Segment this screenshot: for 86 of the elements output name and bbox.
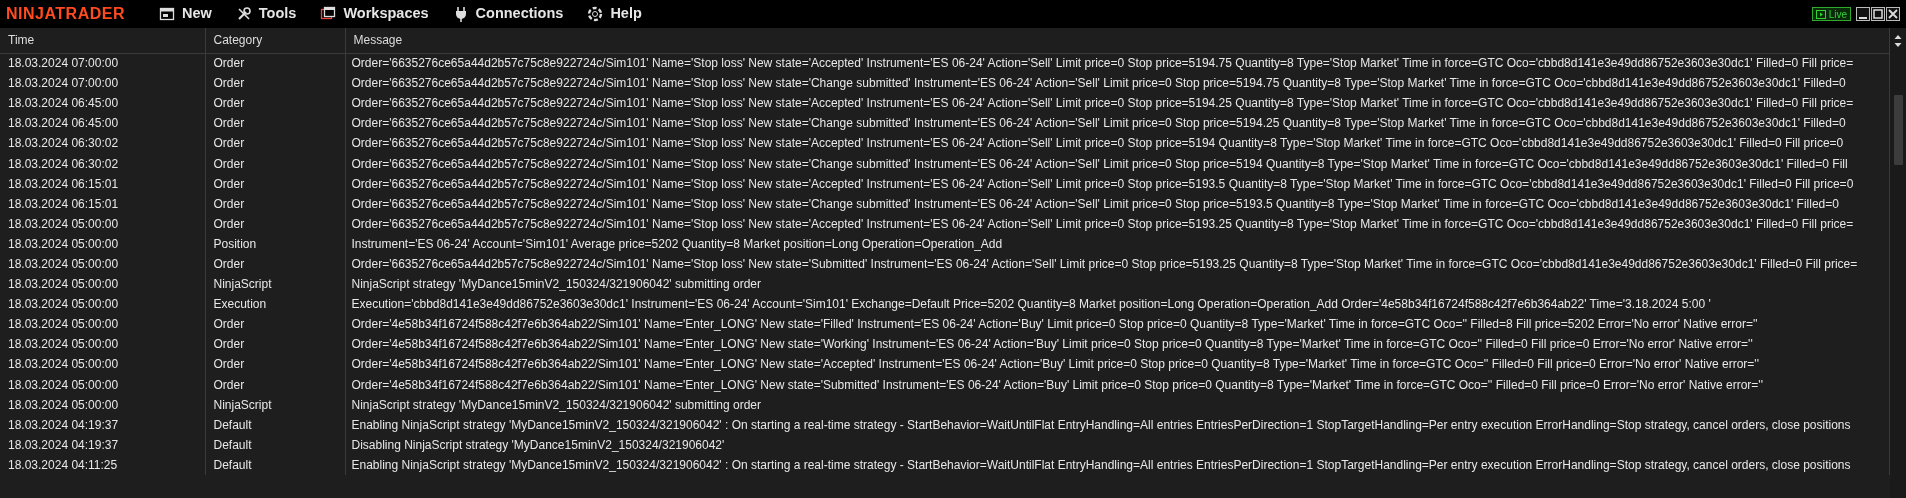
live-badge[interactable]: Live [1811, 7, 1851, 21]
table-cell: Order [205, 173, 345, 194]
help-ring-icon [587, 6, 604, 22]
table-cell: NinjaScript strategy 'MyDance15minV2_150324/321906042' submitting order [345, 394, 1890, 415]
table-cell: Enabling NinjaScript strategy 'MyDance15minV2_150324/321906042' : On starting a real-time strategy - StartBehavior=WaitUntilFlat EntryHandling=All entries EntriesPerDirection=1 StopTargetHandling=Per entry execution ErrorHandling=Stop strategy, cancel orders, close positions [345, 414, 1890, 435]
table-cell: NinjaScript [205, 394, 345, 415]
menu-item[interactable]: Help [575, 2, 654, 26]
table-cell: 18.03.2024 04:19:37 [0, 414, 205, 435]
table-cell: Order [205, 314, 345, 335]
table-cell: Order [205, 93, 345, 114]
table-cell: Order='6635276ce65a44d2b57c75c8e922724c/Sim101' Name='Stop loss' New state='Accepted' Instrument='ES 06-24' Action='Sell' Limit price=0 Stop price=5193.25 Quantity=8 Type='Stop Market' Time in force=GTC Oco='cbbd8d141e3e49dd86752e3603e30dc1' Filled=0 Fill price= [345, 213, 1890, 234]
table-cell: Order='6635276ce65a44d2b57c75c8e922724c/Sim101' Name='Stop loss' New state='Change submitted' Instrument='ES 06-24' Action='Sell' Limit price=0 Stop price=5194.75 Quantity=8 Type='Stop Market' Time in force=GTC Oco='cbbd8d141e3e49dd86752e3603e30dc1' Filled=0 [345, 73, 1890, 94]
menu-item[interactable]: Connections [440, 2, 576, 26]
window-icon [320, 6, 337, 22]
maximize-icon [1872, 8, 1884, 20]
table-cell: Order [205, 334, 345, 355]
table-cell: Instrument='ES 06-24' Account='Sim101' Average price=5202 Quantity=8 Market position=Long Operation=Operation_Add [345, 233, 1890, 254]
close-button[interactable] [1886, 7, 1900, 21]
menu-item[interactable]: Workspaces [308, 2, 441, 26]
table-cell: Order='6635276ce65a44d2b57c75c8e922724c/Sim101' Name='Stop loss' New state='Change submitted' Instrument='ES 06-24' Action='Sell' Limit price=0 Stop price=5194 Quantity=8 Type='Stop Market' Time in force=GTC Oco='cbbd8d141e3e49dd86752e3603e30dc1' Filled=0 Fill [345, 153, 1890, 174]
app-logo: NINJATRADER [6, 6, 125, 22]
table-cell: Order='4e58b34f16724f588c42f7e6b364ab22/Sim101' Name='Enter_LONG' New state='Submitted' Instrument='ES 06-24' Action='Buy' Limit price=0 Stop price=0 Quantity=8 Type='Market' Time in force=GTC Oco='' Filled=0 Fill price=0 Error='No error' Native error='' [345, 374, 1890, 395]
table-cell: Position [205, 233, 345, 254]
table-cell: 18.03.2024 06:30:02 [0, 153, 205, 174]
column-header[interactable]: Message [345, 28, 1890, 53]
table-cell: Order='6635276ce65a44d2b57c75c8e922724c/Sim101' Name='Stop loss' New state='Accepted' Instrument='ES 06-24' Action='Sell' Limit price=0 Stop price=5194 Quantity=8 Type='Stop Market' Time in force=GTC Oco='cbbd8d141e3e49dd86752e3603e30dc1' Filled=0 Fill price=0 [345, 133, 1890, 154]
table-cell: 18.03.2024 06:45:00 [0, 93, 205, 114]
table-cell: 18.03.2024 05:00:00 [0, 334, 205, 355]
table-cell: 18.03.2024 07:00:00 [0, 53, 205, 74]
column-header[interactable]: Time [0, 28, 205, 53]
sort-arrows-icon[interactable] [1894, 34, 1902, 48]
table-cell: 18.03.2024 06:45:00 [0, 113, 205, 134]
table-cell: Order [205, 193, 345, 214]
play-icon [1815, 9, 1826, 19]
table-cell: 18.03.2024 04:19:37 [0, 434, 205, 455]
table-cell: Order='6635276ce65a44d2b57c75c8e922724c/Sim101' Name='Stop loss' New state='Change submitted' Instrument='ES 06-24' Action='Sell' Limit price=0 Stop price=5193.5 Quantity=8 Type='Stop Market' Time in force=GTC Oco='cbbd8d141e3e49dd86752e3603e30dc1' Filled=0 [345, 193, 1890, 214]
table-cell: NinjaScript strategy 'MyDance15minV2_150324/321906042' submitting order [345, 274, 1890, 295]
table-cell: Execution='cbbd8d141e3e49dd86752e3603e30dc1' Instrument='ES 06-24' Account='Sim101' Exchange=Default Price=5202 Quantity=8 Market position=Long Operation=Operation_Add Order='4e58b34f16724f588c42f7e6b364ab22' Time='3.18.2024 5:00 ' [345, 294, 1890, 315]
table-cell: Order [205, 153, 345, 174]
table-cell: 18.03.2024 05:00:00 [0, 253, 205, 275]
table-cell: Order='4e58b34f16724f588c42f7e6b364ab22/Sim101' Name='Enter_LONG' New state='Working' Instrument='ES 06-24' Action='Buy' Limit price=0 Stop price=0 Quantity=8 Type='Market' Time in force=GTC Oco='' Filled=0 Fill price=0 Error='No error' Native error='' [345, 334, 1890, 355]
table-cell: Order [205, 354, 345, 375]
close-icon [1887, 8, 1899, 20]
table-cell: Order [205, 213, 345, 234]
table-cell: Order='6635276ce65a44d2b57c75c8e922724c/Sim101' Name='Stop loss' New state='Change submitted' Instrument='ES 06-24' Action='Sell' Limit price=0 Stop price=5194.25 Quantity=8 Type='Stop Market' Time in force=GTC Oco='cbbd8d141e3e49dd86752e3603e30dc1' Filled=0 [345, 113, 1890, 134]
table-cell: 18.03.2024 05:00:00 [0, 394, 205, 415]
table-cell: Disabling NinjaScript strategy 'MyDance15minV2_150324/321906042' [345, 434, 1890, 455]
table-cell: 18.03.2024 05:00:00 [0, 354, 205, 375]
table-cell: 18.03.2024 07:00:00 [0, 73, 205, 94]
menu-item[interactable]: New [147, 2, 224, 26]
table-cell: Enabling NinjaScript strategy 'MyDance15minV2_150324/321906042' : On starting a real-time strategy - StartBehavior=WaitUntilFlat EntryHandling=All entries EntriesPerDirection=1 StopTargetHandling=Per entry execution ErrorHandling=Stop strategy, cancel orders, close positions [345, 454, 1890, 475]
table-cell: Order='6635276ce65a44d2b57c75c8e922724c/Sim101' Name='Stop loss' New state='Accepted' Instrument='ES 06-24' Action='Sell' Limit price=0 Stop price=5193.5 Quantity=8 Type='Stop Market' Time in force=GTC Oco='cbbd8d141e3e49dd86752e3603e30dc1' Filled=0 Fill price=0 [345, 173, 1890, 194]
tools-icon [235, 6, 252, 22]
table-cell: Order [205, 53, 345, 74]
column-header[interactable]: Category [205, 28, 345, 53]
minimize-button[interactable] [1856, 7, 1870, 21]
table-cell: Order='4e58b34f16724f588c42f7e6b364ab22/Sim101' Name='Enter_LONG' New state='Accepted' Instrument='ES 06-24' Action='Buy' Limit price=0 Stop price=0 Quantity=8 Type='Market' Time in force=GTC Oco='' Filled=0 Fill price=0 Error='No error' Native error='' [345, 354, 1890, 375]
table-cell: Order [205, 133, 345, 154]
table-cell: Order='6635276ce65a44d2b57c75c8e922724c/Sim101' Name='Stop loss' New state='Submitted' Instrument='ES 06-24' Action='Sell' Limit price=0 Stop price=5193.25 Quantity=8 Type='Stop Market' Time in force=GTC Oco='cbbd8d141e3e49dd86752e3603e30dc1' Filled=0 Fill price= [345, 253, 1890, 275]
table-cell: Order [205, 253, 345, 275]
table-cell: 18.03.2024 05:00:00 [0, 314, 205, 335]
table-cell: 18.03.2024 05:00:00 [0, 274, 205, 295]
table-cell: 18.03.2024 06:15:01 [0, 173, 205, 194]
table-cell: Order='4e58b34f16724f588c42f7e6b364ab22/Sim101' Name='Enter_LONG' New state='Filled' Instrument='ES 06-24' Action='Buy' Limit price=0 Stop price=0 Quantity=8 Type='Market' Time in force=GTC Oco='' Filled=8 Fill price=5202 Error='No error' Native error='' [345, 314, 1890, 335]
table-cell: Order [205, 73, 345, 94]
table-cell: Order [205, 374, 345, 395]
table-cell: Execution [205, 294, 345, 315]
table-cell: 18.03.2024 05:00:00 [0, 294, 205, 315]
menu-item[interactable]: Tools [223, 2, 309, 26]
table-cell: 18.03.2024 05:00:00 [0, 374, 205, 395]
table-cell: 18.03.2024 06:15:01 [0, 193, 205, 214]
table-cell: 18.03.2024 05:00:00 [0, 233, 205, 254]
table-cell: Order='6635276ce65a44d2b57c75c8e922724c/Sim101' Name='Stop loss' New state='Accepted' Instrument='ES 06-24' Action='Sell' Limit price=0 Stop price=5194.75 Quantity=8 Type='Stop Market' Time in force=GTC Oco='cbbd8d141e3e49dd86752e3603e30dc1' Filled=0 Fill price= [345, 53, 1890, 74]
table-cell: Order [205, 113, 345, 134]
table-cell: 18.03.2024 06:30:02 [0, 133, 205, 154]
table-cell: Default [205, 454, 345, 475]
table-cell: 18.03.2024 05:00:00 [0, 213, 205, 234]
table-cell: NinjaScript [205, 274, 345, 295]
maximize-button[interactable] [1871, 7, 1885, 21]
table-cell: Order='6635276ce65a44d2b57c75c8e922724c/Sim101' Name='Stop loss' New state='Accepted' Instrument='ES 06-24' Action='Sell' Limit price=0 Stop price=5194.25 Quantity=8 Type='Stop Market' Time in force=GTC Oco='cbbd8d141e3e49dd86752e3603e30dc1' Filled=0 Fill price= [345, 93, 1890, 114]
table-cell: Default [205, 434, 345, 455]
minimize-icon [1859, 16, 1867, 19]
window-icon [159, 6, 175, 22]
table-cell: 18.03.2024 04:11:25 [0, 454, 205, 475]
table-cell: Default [205, 414, 345, 435]
scrollbar-thumb[interactable] [1893, 95, 1903, 165]
